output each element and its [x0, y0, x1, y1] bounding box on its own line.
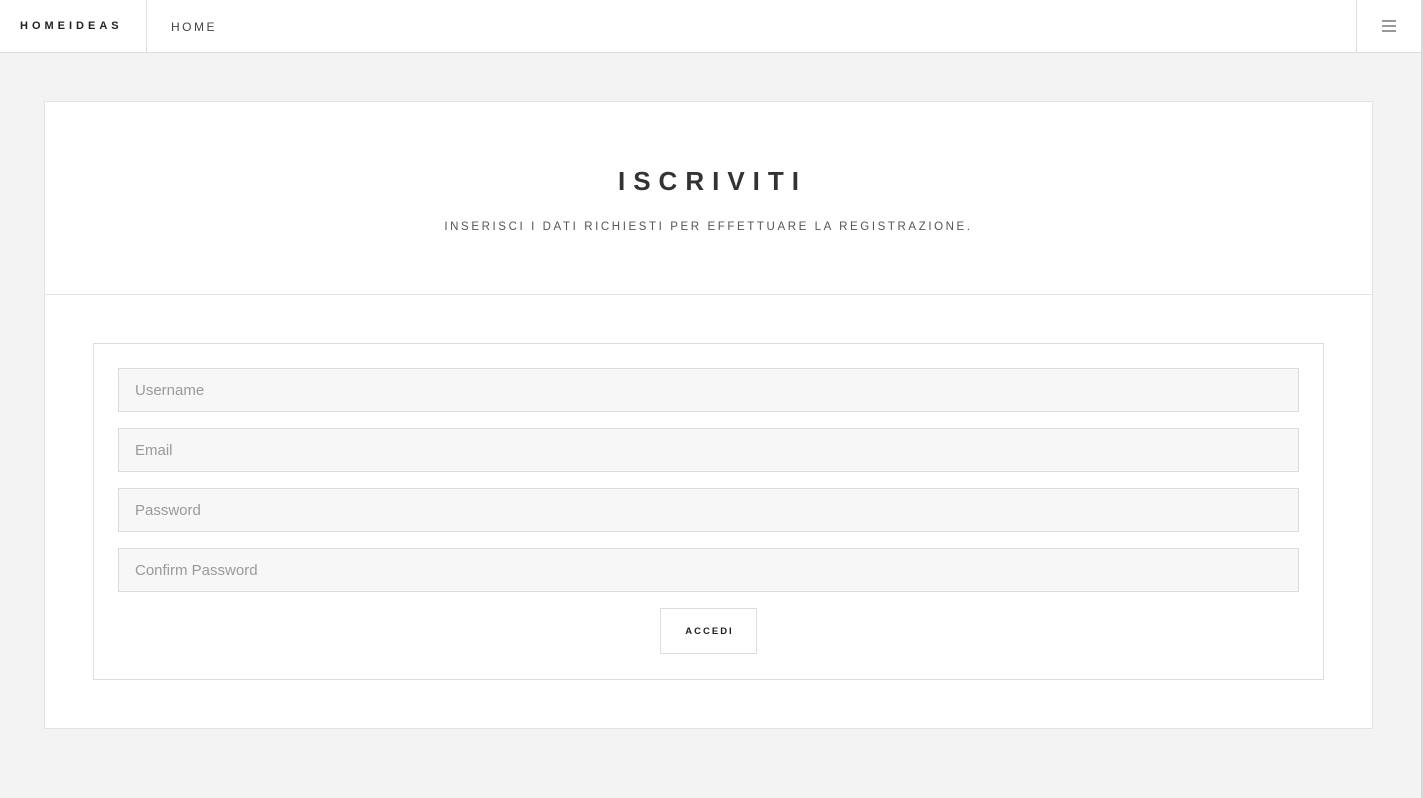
username-input[interactable] — [118, 368, 1299, 412]
accedi-button[interactable]: ACCEDI — [660, 608, 757, 654]
page-subtitle: INSERISCI I DATI RICHIESTI PER EFFETTUAR… — [444, 221, 973, 233]
card-header: ISCRIVITI INSERISCI I DATI RICHIESTI PER… — [45, 102, 1372, 295]
password-input[interactable] — [118, 488, 1299, 532]
confirm-password-input[interactable] — [118, 548, 1299, 592]
top-navbar: HOMEIDEAS HOME — [0, 0, 1421, 53]
email-input[interactable] — [118, 428, 1299, 472]
nav-link-home[interactable]: HOME — [171, 0, 217, 52]
hamburger-menu-icon — [1382, 20, 1396, 32]
brand-logo[interactable]: HOMEIDEAS — [0, 0, 147, 52]
signup-card: ISCRIVITI INSERISCI I DATI RICHIESTI PER… — [44, 101, 1373, 729]
signup-form: ACCEDI — [93, 343, 1324, 680]
menu-button[interactable] — [1356, 0, 1421, 52]
page-title: ISCRIVITI — [617, 166, 807, 196]
